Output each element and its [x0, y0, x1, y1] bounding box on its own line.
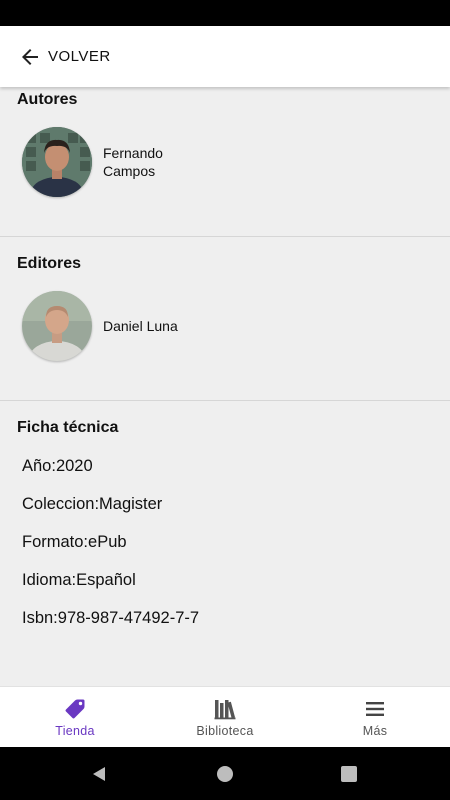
book-details-content: Autores Fernando Campos Editores Daniel …	[0, 87, 450, 686]
section-divider	[0, 236, 450, 237]
editor-item[interactable]: Daniel Luna	[22, 291, 183, 361]
nav-mas[interactable]: Más	[300, 687, 450, 747]
back-label: VOLVER	[48, 48, 111, 65]
library-icon	[214, 700, 236, 720]
tag-icon	[65, 699, 85, 719]
author-item[interactable]: Fernando Campos	[22, 127, 183, 197]
top-app-bar: VOLVER	[0, 26, 450, 87]
back-button[interactable]: VOLVER	[0, 26, 123, 87]
editor-name: Daniel Luna	[103, 318, 178, 334]
spec-language: Idioma:Español	[22, 571, 136, 589]
spec-year: Año:2020	[22, 457, 93, 475]
author-name: Fernando Campos	[103, 145, 163, 179]
editors-title: Editores	[17, 255, 82, 272]
spec-sheet-title: Ficha técnica	[17, 419, 119, 436]
authors-title: Autores	[17, 91, 78, 108]
nav-biblioteca-label: Biblioteca	[196, 724, 254, 738]
arrow-left-icon	[22, 48, 38, 65]
nav-tienda-label: Tienda	[55, 724, 95, 738]
spec-format: Formato:ePub	[22, 533, 127, 551]
bottom-navigation: Tienda Biblioteca Más	[0, 686, 450, 747]
system-back-icon[interactable]	[90, 765, 108, 783]
system-navigation-bar	[0, 747, 450, 800]
section-divider	[0, 400, 450, 401]
status-bar	[0, 0, 450, 26]
nav-tienda[interactable]: Tienda	[0, 687, 150, 747]
spec-isbn: Isbn:978-987-47492-7-7	[22, 609, 200, 627]
nav-biblioteca[interactable]: Biblioteca	[150, 687, 300, 747]
menu-icon	[366, 702, 384, 716]
author-avatar	[22, 127, 92, 197]
nav-mas-label: Más	[362, 724, 388, 738]
system-home-icon[interactable]	[216, 765, 234, 783]
editor-avatar	[22, 291, 92, 361]
system-recents-icon[interactable]	[341, 766, 357, 782]
spec-collection: Coleccion:Magister	[22, 495, 163, 513]
